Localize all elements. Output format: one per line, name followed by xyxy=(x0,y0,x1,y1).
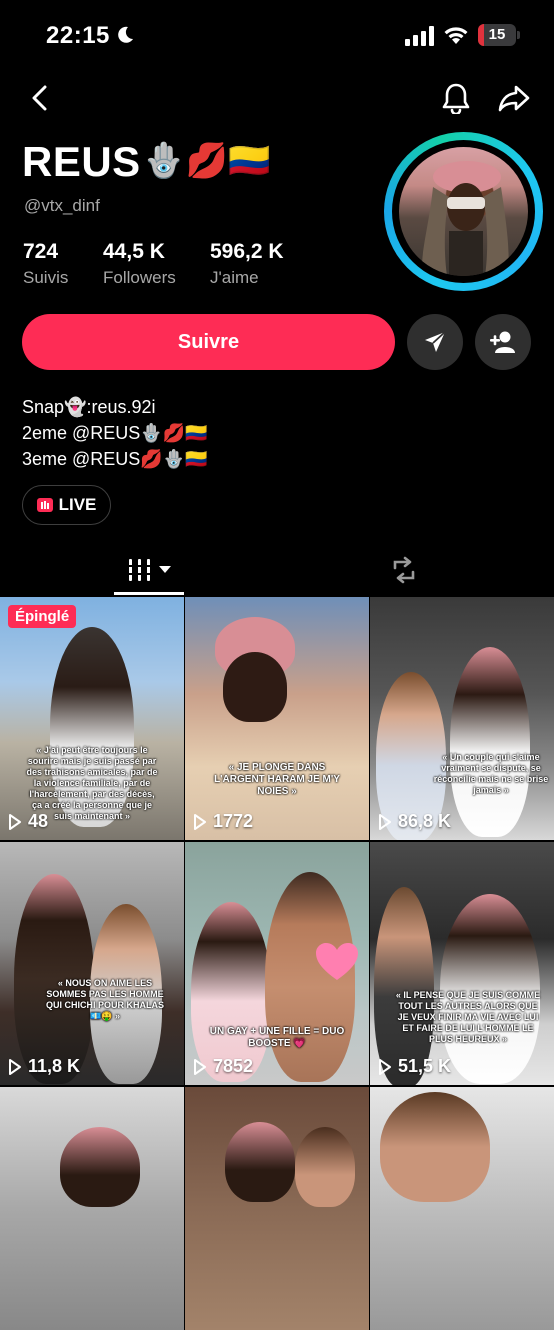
view-count-value: 1772 xyxy=(213,811,254,831)
play-icon xyxy=(194,813,206,830)
stat-following-value: 724 xyxy=(23,240,59,263)
bio-line-1: Snap👻:reus.92i xyxy=(22,397,156,417)
add-friend-icon xyxy=(490,331,515,353)
view-count: 48 xyxy=(8,811,48,832)
stat-followers-value: 44,5 K xyxy=(103,240,165,263)
video-thumbnail-figure xyxy=(450,647,530,837)
video-thumbnail-face xyxy=(223,652,287,722)
video-tile-1[interactable]: Épinglé « J'ai peut être toujours le sou… xyxy=(0,597,184,840)
battery-percent: 15 xyxy=(488,26,506,43)
video-thumbnail-figure xyxy=(191,902,271,1082)
video-tile-3[interactable]: « Un couple qui s'aime vraiment se dispu… xyxy=(370,597,554,840)
video-caption: « IL PENSE QUE JE SUIS COMME TOUT LES AU… xyxy=(395,990,541,1044)
view-count-value: 11,8 K xyxy=(28,1056,81,1076)
pinned-badge: Épinglé xyxy=(8,605,77,628)
view-count-value: 51,5 K xyxy=(398,1056,452,1076)
view-count-value: 48 xyxy=(28,811,49,831)
view-count: 1772 xyxy=(193,811,253,832)
video-caption: « NOUS ON AIME LES SOMMES PAS LES HOMME … xyxy=(45,978,164,1021)
video-tile-4[interactable]: « NOUS ON AIME LES SOMMES PAS LES HOMME … xyxy=(0,842,184,1085)
caret-down-icon xyxy=(159,566,171,573)
video-caption: « JE PLONGE DANS L'ARGENT HARAM JE M'Y N… xyxy=(214,762,340,797)
video-tile-5[interactable]: UN GAY + UNE FILLE = DUO BOOSTE 💗 7852 xyxy=(185,842,369,1085)
share-button[interactable] xyxy=(494,78,534,118)
tab-videos[interactable] xyxy=(114,548,184,592)
status-time: 22:15 xyxy=(46,22,110,49)
battery-nub xyxy=(517,31,520,39)
video-caption: « Un couple qui s'aime vraiment se dispu… xyxy=(433,752,549,795)
bio-line-2[interactable]: 2eme @REUS🪬💋🇨🇴 xyxy=(22,420,208,446)
display-name-text: REUS xyxy=(22,138,141,185)
display-name-emojis: 🪬💋🇨🇴 xyxy=(142,142,272,180)
video-thumbnail-figure xyxy=(60,1127,140,1207)
video-grid-icon xyxy=(127,559,153,581)
video-tile-6[interactable]: « IL PENSE QUE JE SUIS COMME TOUT LES AU… xyxy=(370,842,554,1085)
tab-reposts[interactable] xyxy=(382,548,426,592)
play-icon xyxy=(9,1058,21,1075)
video-tile-8[interactable] xyxy=(185,1087,369,1330)
chevron-left-icon xyxy=(32,85,47,111)
bell-icon xyxy=(442,83,470,114)
stat-following[interactable]: 724 Suivis xyxy=(23,240,68,288)
stat-followers-label: Followers xyxy=(103,268,176,287)
view-count: 11,8 K xyxy=(8,1056,80,1077)
live-label: LIVE xyxy=(58,495,97,514)
video-thumbnail-figure xyxy=(295,1127,355,1207)
view-count-value: 7852 xyxy=(213,1056,254,1076)
profile-username: @vtx_dinf xyxy=(24,196,100,215)
video-tile-9[interactable] xyxy=(370,1087,554,1330)
stat-following-label: Suivis xyxy=(23,268,69,287)
stat-likes-label: J'aime xyxy=(210,268,259,287)
play-icon xyxy=(379,813,391,830)
notifications-button[interactable] xyxy=(436,78,476,118)
video-thumbnail-figure xyxy=(225,1122,295,1202)
send-message-icon xyxy=(425,331,446,352)
share-arrow-icon xyxy=(498,85,530,112)
live-icon xyxy=(36,498,53,512)
profile-avatar-story-ring[interactable] xyxy=(384,132,543,291)
bio-line-3[interactable]: 3eme @REUS💋🪬🇨🇴 xyxy=(22,446,208,472)
stat-followers[interactable]: 44,5 K Followers xyxy=(103,240,176,288)
view-count-value: 86,8 K xyxy=(398,811,452,831)
view-count: 86,8 K xyxy=(378,811,451,832)
heart-sticker-icon xyxy=(316,943,358,980)
do-not-disturb-moon-icon xyxy=(118,26,133,43)
play-icon xyxy=(9,813,21,830)
repost-icon xyxy=(393,556,415,584)
battery-indicator: 15 xyxy=(478,24,516,46)
stat-likes-value: 596,2 K xyxy=(210,240,284,263)
avatar-portrait-image xyxy=(422,161,509,276)
view-count: 7852 xyxy=(193,1056,253,1077)
video-thumbnail-figure xyxy=(380,1092,490,1202)
video-caption: UN GAY + UNE FILLE = DUO BOOSTE 💗 xyxy=(209,1026,345,1049)
back-button[interactable] xyxy=(22,80,58,116)
avatar-gap xyxy=(392,140,535,283)
follow-button[interactable]: Suivre xyxy=(22,314,395,370)
active-tab-indicator xyxy=(114,592,184,595)
view-count: 51,5 K xyxy=(378,1056,451,1077)
live-button[interactable]: LIVE xyxy=(22,485,111,525)
video-tile-2[interactable]: « JE PLONGE DANS L'ARGENT HARAM JE M'Y N… xyxy=(185,597,369,840)
avatar xyxy=(399,147,528,276)
wifi-icon xyxy=(444,27,468,44)
stat-likes[interactable]: 596,2 K J'aime xyxy=(210,240,284,288)
video-tile-7[interactable] xyxy=(0,1087,184,1330)
message-button[interactable] xyxy=(407,314,463,370)
profile-display-name: REUS🪬💋🇨🇴 xyxy=(22,138,271,186)
play-icon xyxy=(194,1058,206,1075)
cellular-signal-icon xyxy=(405,26,434,46)
play-icon xyxy=(379,1058,391,1075)
suggested-accounts-button[interactable] xyxy=(475,314,531,370)
video-thumbnail-figure xyxy=(440,894,540,1084)
